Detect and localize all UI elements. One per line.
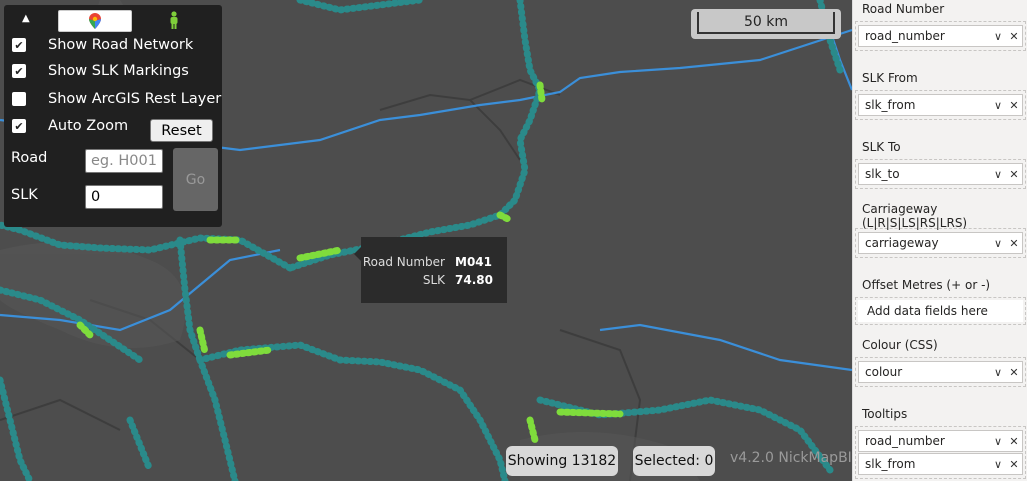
collapse-triangle-icon[interactable]: ▲ (22, 13, 30, 24)
tooltip-key: Road Number (362, 255, 445, 269)
well-title: Tooltips (862, 407, 908, 421)
close-icon[interactable]: ✕ (1006, 237, 1022, 250)
field-chip[interactable]: slk_from ∨ ✕ (858, 94, 1023, 116)
showing-count-badge: Showing 13182 (506, 446, 618, 476)
field-chip-label: slk_from (865, 457, 916, 471)
close-icon[interactable]: ✕ (1006, 435, 1022, 448)
field-chip[interactable]: colour ∨ ✕ (858, 361, 1023, 383)
well-drop-zone[interactable]: road_number ∨ ✕ (855, 21, 1026, 51)
field-chip[interactable]: slk_from ∨ ✕ (858, 453, 1023, 475)
chevron-down-icon[interactable]: ∨ (990, 30, 1006, 43)
field-chip[interactable]: road_number ∨ ✕ (858, 25, 1023, 47)
scale-bar: 50 km (691, 9, 841, 39)
tooltip-row-road-number: Road Number M041 (349, 255, 493, 269)
field-chip[interactable]: slk_to ∨ ✕ (858, 163, 1023, 185)
checkbox-auto-zoom[interactable] (12, 119, 26, 133)
option-label: Show ArcGIS Rest Layer (48, 91, 222, 107)
well-title: Offset Metres (+ or -) (862, 278, 991, 292)
well-slk-from: SLK From slk_from ∨ ✕ (855, 66, 1026, 120)
add-data-fields-placeholder[interactable]: Add data fields here (858, 300, 1023, 322)
map-canvas[interactable]: ▲ Show Road Network Show SLK Markings (0, 0, 852, 481)
chevron-down-icon[interactable]: ∨ (990, 237, 1006, 250)
field-chip-label: carriageway (865, 236, 939, 250)
field-chip-label: slk_from (865, 98, 916, 112)
tooltip-key: SLK (422, 273, 445, 287)
well-drop-zone[interactable]: colour ∨ ✕ (855, 357, 1026, 387)
checkbox-show-arcgis-rest-layer[interactable] (12, 92, 26, 106)
well-drop-zone[interactable]: slk_from ∨ ✕ (855, 90, 1026, 120)
well-drop-zone[interactable]: slk_to ∨ ✕ (855, 159, 1026, 189)
google-maps-button[interactable] (58, 10, 132, 32)
field-chip-label: road_number (865, 29, 945, 43)
well-tooltips: Tooltips road_number ∨ ✕ slk_from ∨ ✕ (855, 402, 1026, 479)
selected-count-badge: Selected: 0 (633, 446, 715, 476)
fields-pane: Road Number road_number ∨ ✕ SLK From slk… (852, 0, 1027, 481)
field-chip[interactable]: road_number ∨ ✕ (858, 430, 1023, 452)
option-label: Auto Zoom (48, 118, 129, 134)
field-chip[interactable]: carriageway ∨ ✕ (858, 232, 1023, 254)
option-auto-zoom[interactable]: Auto Zoom (12, 115, 128, 137)
checkbox-show-slk-markings[interactable] (12, 64, 26, 78)
road-label: Road (11, 150, 48, 166)
go-button[interactable]: Go (173, 148, 218, 211)
field-chip-label: slk_to (865, 167, 900, 181)
option-show-arcgis-rest-layer[interactable]: Show ArcGIS Rest Layer (12, 88, 221, 110)
road-input[interactable] (85, 149, 163, 173)
street-view-pegman-icon[interactable] (168, 11, 180, 29)
chevron-down-icon[interactable]: ∨ (990, 435, 1006, 448)
well-title: Road Number (862, 2, 945, 16)
well-drop-zone[interactable]: carriageway ∨ ✕ (855, 228, 1026, 258)
well-offset-metres: Offset Metres (+ or -) Add data fields h… (855, 273, 1026, 325)
option-show-slk-markings[interactable]: Show SLK Markings (12, 60, 189, 82)
chevron-down-icon[interactable]: ∨ (990, 168, 1006, 181)
well-drop-zone[interactable]: road_number ∨ ✕ slk_from ∨ ✕ (855, 426, 1026, 479)
chevron-down-icon[interactable]: ∨ (990, 366, 1006, 379)
tooltip-value: 74.80 (455, 273, 493, 287)
field-chip-label: colour (865, 365, 903, 379)
well-title: SLK From (862, 71, 918, 85)
scale-bar-label: 50 km (697, 12, 835, 34)
option-show-road-network[interactable]: Show Road Network (12, 34, 193, 56)
close-icon[interactable]: ✕ (1006, 30, 1022, 43)
slk-input[interactable] (85, 185, 163, 209)
field-chip-label: road_number (865, 434, 945, 448)
chevron-down-icon[interactable]: ∨ (990, 99, 1006, 112)
map-control-panel: ▲ Show Road Network Show SLK Markings (4, 5, 222, 227)
close-icon[interactable]: ✕ (1006, 168, 1022, 181)
close-icon[interactable]: ✕ (1006, 99, 1022, 112)
well-carriageway: Carriageway (L|R|S|LS|RS|LRS) carriagewa… (855, 202, 1026, 258)
close-icon[interactable]: ✕ (1006, 458, 1022, 471)
chevron-down-icon[interactable]: ∨ (990, 458, 1006, 471)
tooltip-row-slk: SLK 74.80 (349, 273, 493, 287)
option-label: Show SLK Markings (48, 63, 189, 79)
well-slk-to: SLK To slk_to ∨ ✕ (855, 135, 1026, 189)
checkbox-show-road-network[interactable] (12, 38, 26, 52)
version-label: v4.2.0 NickMapBI (730, 450, 852, 466)
close-icon[interactable]: ✕ (1006, 366, 1022, 379)
well-colour: Colour (CSS) colour ∨ ✕ (855, 333, 1026, 387)
well-drop-zone[interactable]: Add data fields here (855, 297, 1026, 325)
well-title: Carriageway (L|R|S|LS|RS|LRS) (862, 202, 968, 230)
slk-label: SLK (11, 187, 38, 203)
tooltip-value: M041 (455, 255, 492, 269)
well-title: SLK To (862, 140, 901, 154)
reset-button[interactable]: Reset (150, 119, 213, 142)
option-label: Show Road Network (48, 37, 194, 53)
well-road-number: Road Number road_number ∨ ✕ (855, 0, 1026, 51)
well-title: Colour (CSS) (862, 338, 938, 352)
map-tooltip: Road Number M041 SLK 74.80 (354, 237, 507, 303)
google-maps-pin-icon (89, 13, 101, 29)
